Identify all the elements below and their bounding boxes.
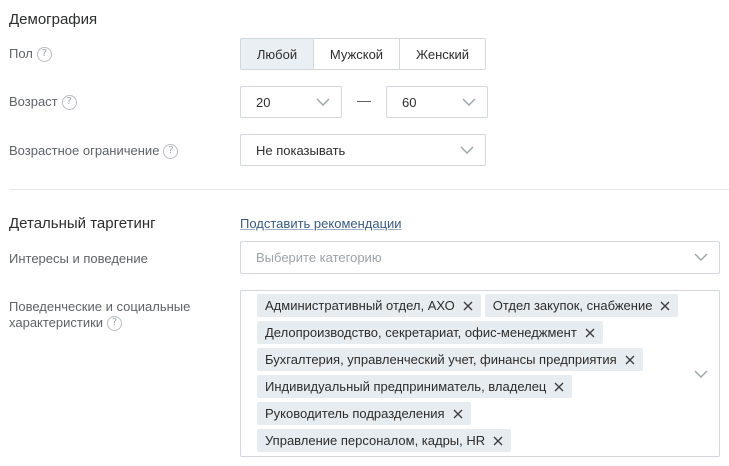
age-restriction-select[interactable]: Не показывать [240, 134, 486, 166]
behavior-label-line2: характеристики [9, 315, 104, 330]
gender-option-female[interactable]: Женский [400, 39, 485, 69]
age-range-separator [357, 101, 371, 102]
behavior-multiselect[interactable]: Административный отдел, АХО Отдел закупо… [240, 290, 720, 457]
tag-chip: Бухгалтерия, управленческий учет, финанс… [257, 348, 643, 371]
age-to-select[interactable]: 60 [386, 86, 488, 118]
tag-chip: Руководитель подразделения [257, 402, 471, 425]
tag-chip: Отдел закупок, снабжение [484, 294, 679, 317]
behavior-label-line2-wrap: характеристики ? [9, 315, 190, 331]
gender-option-male[interactable]: Мужской [314, 39, 400, 69]
interests-label: Интересы и поведение [9, 251, 148, 266]
close-icon[interactable] [453, 409, 463, 419]
tag-chip: Административный отдел, АХО [257, 294, 481, 317]
age-label-row: Возраст ? [9, 94, 77, 110]
help-icon[interactable]: ? [107, 315, 123, 331]
age-from-value: 20 [256, 94, 271, 110]
chevron-down-icon [694, 253, 708, 261]
close-icon[interactable] [463, 301, 473, 311]
tag-label: Управление персоналом, кадры, HR [265, 433, 486, 448]
close-icon[interactable] [660, 301, 670, 311]
interests-placeholder: Выберите категорию [256, 250, 382, 265]
close-icon[interactable] [625, 355, 635, 365]
section-title-demography: Демография [9, 11, 98, 28]
age-from-select[interactable]: 20 [240, 86, 342, 118]
tag-chip: Индивидуальный предприниматель, владелец [257, 375, 573, 398]
tag-label: Отдел закупок, снабжение [492, 298, 653, 313]
gender-segmented-control: Любой Мужской Женский [240, 38, 486, 70]
help-icon[interactable]: ? [61, 94, 77, 110]
chevron-down-icon [460, 146, 474, 154]
tag-label: Бухгалтерия, управленческий учет, финанс… [265, 352, 617, 367]
chevron-down-icon [462, 98, 476, 106]
gender-option-any[interactable]: Любой [241, 39, 314, 69]
insert-recommendations-link[interactable]: Подставить рекомендации [240, 216, 402, 231]
interests-select[interactable]: Выберите категорию [240, 241, 720, 274]
help-icon[interactable]: ? [36, 46, 52, 62]
tag-label: Индивидуальный предприниматель, владелец [265, 379, 547, 394]
behavior-label-line1: Поведенческие и социальные [9, 299, 191, 314]
tag-chip: Управление персоналом, кадры, HR [257, 429, 512, 452]
tag-label: Руководитель подразделения [265, 406, 445, 421]
tag-list: Административный отдел, АХО Отдел закупо… [257, 294, 679, 452]
chevron-down-icon[interactable] [693, 367, 709, 381]
chevron-down-icon [316, 98, 330, 106]
age-restriction-label-row: Возрастное ограничение ? [9, 143, 179, 159]
close-icon[interactable] [585, 328, 595, 338]
tag-chip: Делопроизводство, секретариат, офис-мене… [257, 321, 603, 344]
age-label: Возраст [9, 94, 58, 109]
section-title-detailed-targeting: Детальный таргетинг [9, 215, 156, 232]
help-icon[interactable]: ? [163, 143, 179, 159]
close-icon[interactable] [554, 382, 564, 392]
gender-label-row: Пол ? [9, 46, 52, 62]
tag-label: Делопроизводство, секретариат, офис-мене… [265, 325, 577, 340]
age-to-value: 60 [402, 94, 417, 110]
gender-label: Пол [9, 46, 33, 61]
close-icon[interactable] [493, 436, 503, 446]
interests-label-row: Интересы и поведение [9, 251, 148, 267]
section-divider [9, 189, 729, 190]
behavior-label-row: Поведенческие и социальные характеристик… [9, 299, 190, 331]
age-restriction-value: Не показывать [256, 142, 346, 158]
age-restriction-label: Возрастное ограничение [9, 143, 160, 158]
tag-label: Административный отдел, АХО [265, 298, 455, 313]
